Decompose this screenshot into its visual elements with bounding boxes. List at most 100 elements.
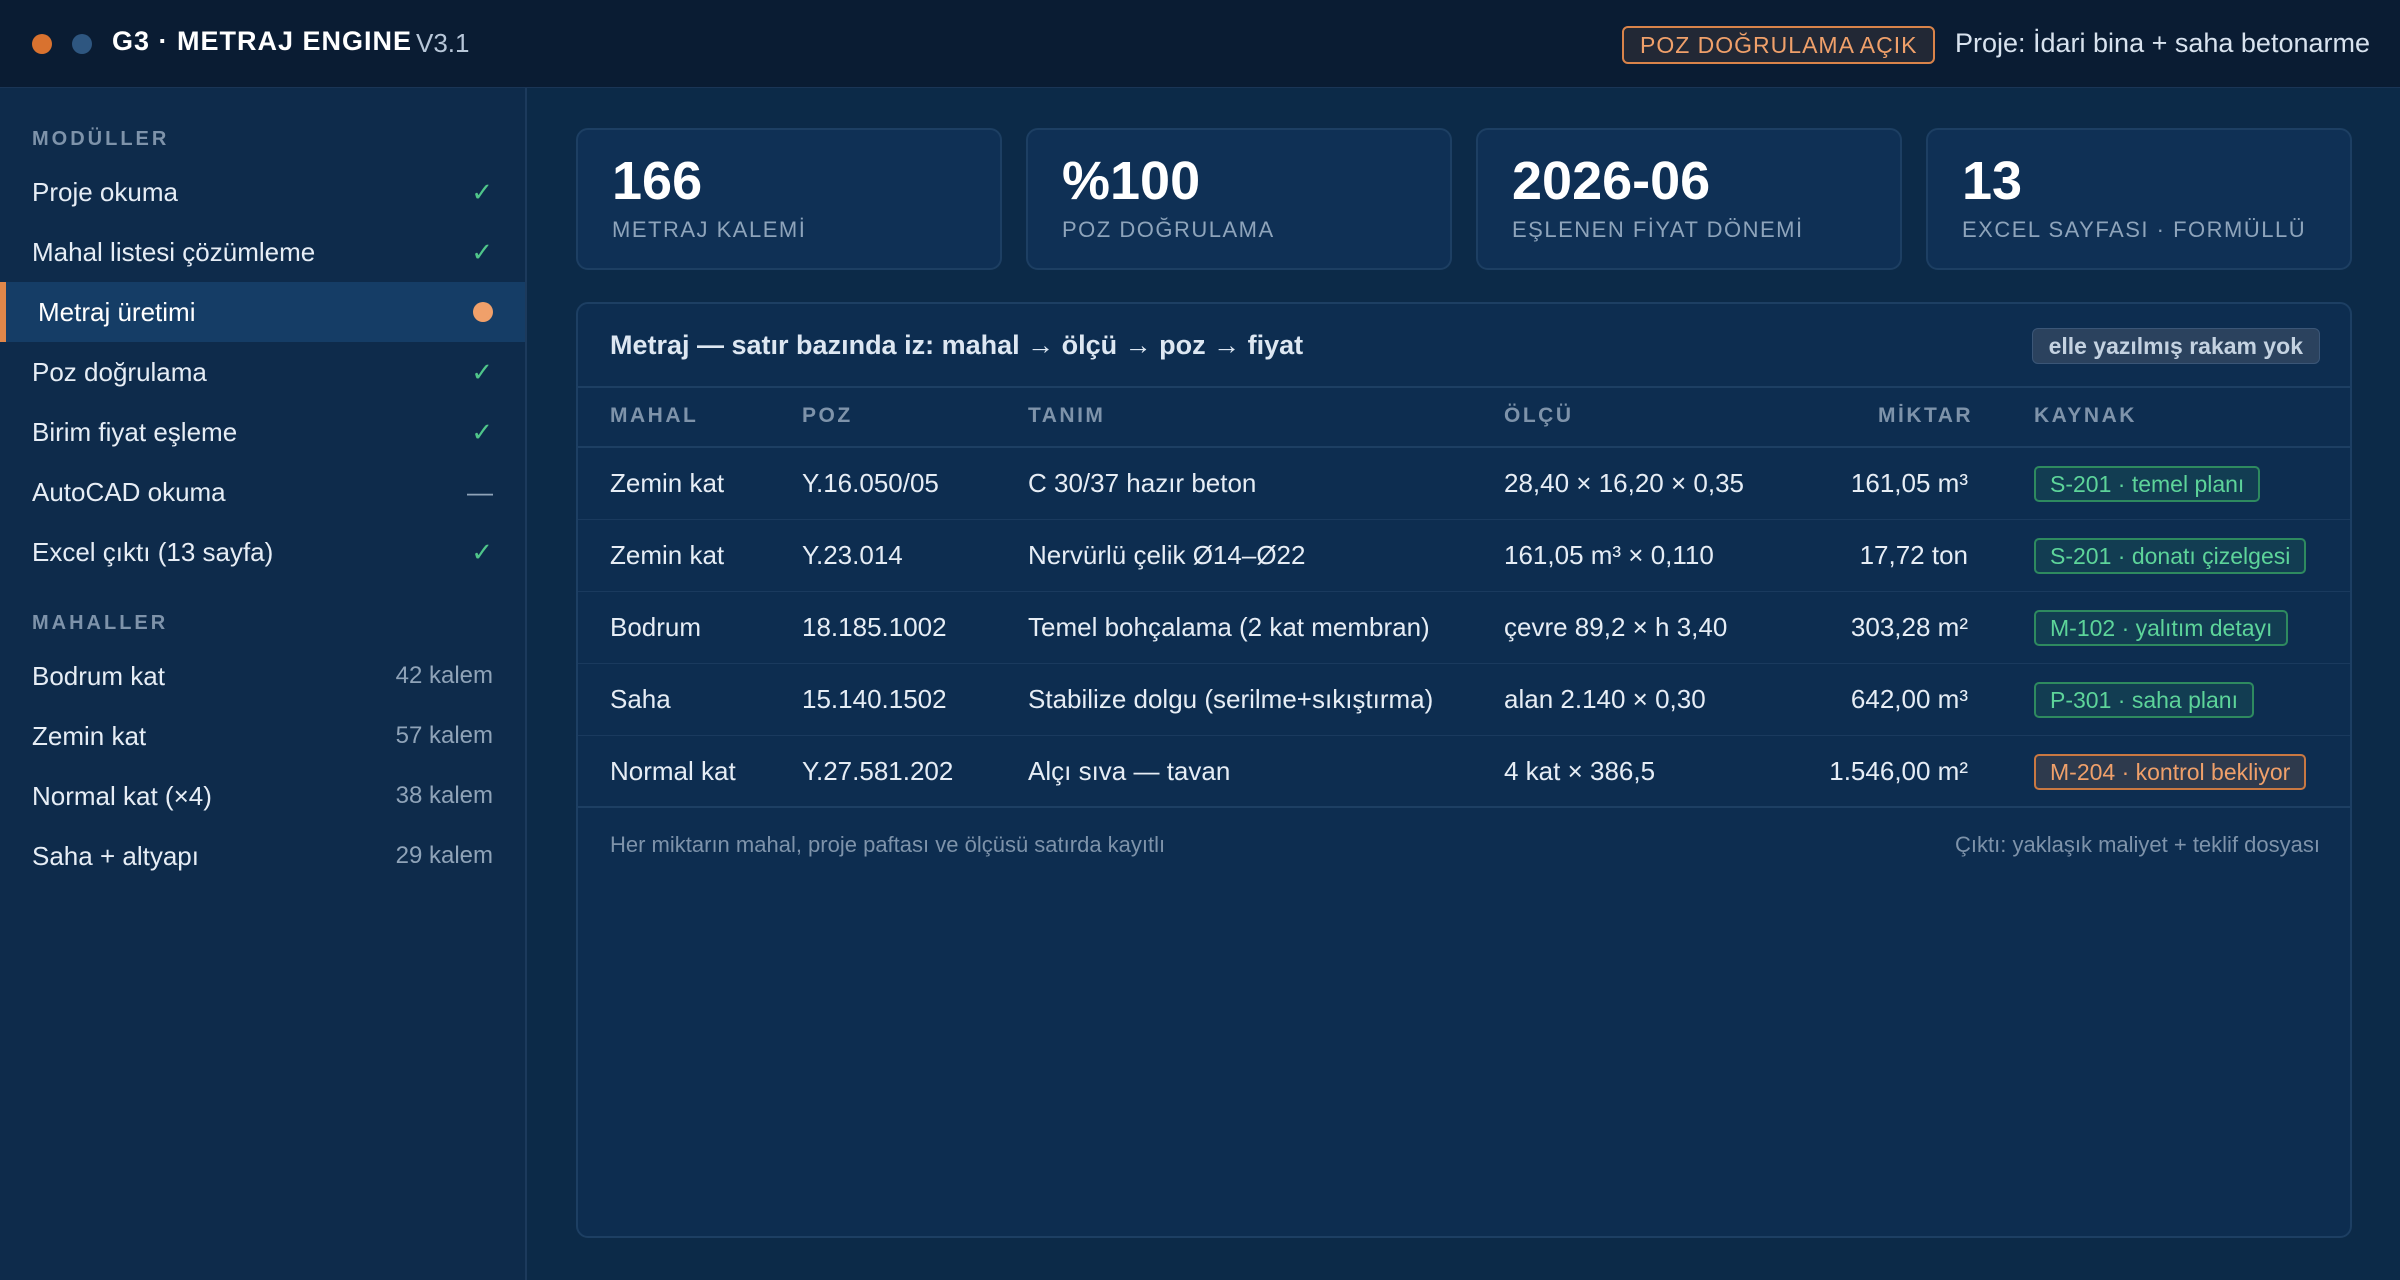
- source-sheet-tag[interactable]: S-201 · donatı çizelgesi: [2034, 538, 2307, 574]
- sidebar-item-label: Mahal listesi çözümleme: [32, 236, 316, 267]
- column-header-tanim[interactable]: TANIM: [1028, 404, 1105, 428]
- stat-value: %100: [1062, 151, 1201, 211]
- cell-olcu: alan 2.140 × 0,30: [1504, 684, 1706, 714]
- stat-label: EXCEL SAYFASI · FORMÜLLÜ: [1962, 217, 2307, 243]
- sidebar-item-mahal-listesi[interactable]: Mahal listesi çözümleme ✓: [0, 222, 525, 282]
- table-footer-divider: [578, 806, 2350, 808]
- sidebar-item-zemin-kat[interactable]: Zemin kat 57 kalem: [0, 706, 525, 766]
- check-icon: ✓: [471, 416, 493, 447]
- panel-title: Metraj — satır bazında iz: mahal → ölçü …: [610, 330, 1304, 360]
- stat-label: POZ DOĞRULAMA: [1062, 217, 1275, 243]
- item-count: 38 kalem: [395, 782, 493, 809]
- sidebar-item-label: Poz doğrulama: [32, 356, 207, 387]
- cell-miktar: 161,05 m³: [1850, 468, 1968, 498]
- item-count: 42 kalem: [395, 662, 493, 689]
- stat-card-metraj-kalemi: 166 METRAJ KALEMİ: [576, 128, 1002, 270]
- cell-tanim: Stabilize dolgu (serilme+sıkıştırma): [1028, 684, 1434, 714]
- sidebar-item-label: Birim fiyat eşleme: [32, 416, 238, 447]
- cell-mahal: Bodrum: [610, 612, 702, 642]
- cell-miktar: 303,28 m²: [1850, 612, 1968, 642]
- sidebar-item-metraj-uretimi[interactable]: Metraj üretimi: [0, 282, 525, 342]
- source-sheet-tag[interactable]: M-102 · yalıtım detayı: [2034, 610, 2289, 646]
- check-icon: ✓: [471, 236, 493, 267]
- stat-label: EŞLENEN FİYAT DÖNEMİ: [1512, 217, 1804, 243]
- check-icon: ✓: [471, 176, 493, 207]
- cell-poz: 15.140.1502: [802, 684, 947, 714]
- cell-mahal: Normal kat: [610, 756, 736, 786]
- column-header-poz[interactable]: POZ: [802, 404, 853, 428]
- table-row[interactable]: Zemin kat Y.23.014 Nervürlü çelik Ø14–Ø22 1…: [578, 520, 2350, 592]
- table-row[interactable]: Normal kat Y.27.581.202 Alçı sıva — tavan 4…: [578, 736, 2350, 808]
- top-bar: G3 · METRAJ ENGINE V3.1 POZ DOĞRULAMA AÇ…: [0, 0, 2400, 88]
- table-row[interactable]: Saha 15.140.1502 Stabilize dolgu (serilme+…: [578, 664, 2350, 736]
- stat-card-poz-dogrulama: %100 POZ DOĞRULAMA: [1026, 128, 1452, 270]
- panel-header: Metraj — satır bazında iz: mahal → ölçü …: [578, 304, 2350, 388]
- footer-output: Çıktı: yaklaşık maliyet + teklif dosyası: [1955, 832, 2320, 857]
- cell-tanim: C 30/37 hazır beton: [1028, 468, 1257, 498]
- cell-mahal: Zemin kat: [610, 540, 725, 570]
- check-icon: ✓: [471, 536, 493, 567]
- cell-tanim: Nervürlü çelik Ø14–Ø22: [1028, 540, 1306, 570]
- window-dot-orange[interactable]: [32, 34, 52, 54]
- sidebar-item-label: Bodrum kat: [32, 660, 165, 691]
- sidebar-item-poz-dogrulama[interactable]: Poz doğrulama ✓: [0, 342, 525, 402]
- metraj-panel: Metraj — satır bazında iz: mahal → ölçü …: [576, 302, 2352, 1238]
- column-header-miktar[interactable]: MİKTAR: [1878, 404, 1971, 428]
- item-count: 57 kalem: [395, 722, 493, 749]
- sidebar-item-label: Normal kat (×4): [32, 780, 212, 811]
- poz-verification-badge: POZ DOĞRULAMA AÇIK: [1622, 26, 1936, 64]
- stat-label: METRAJ KALEMİ: [612, 217, 807, 243]
- sidebar-item-birim-fiyat[interactable]: Birim fiyat eşleme ✓: [0, 402, 525, 462]
- sidebar-item-label: Zemin kat: [32, 720, 147, 751]
- app-title: G3 · METRAJ ENGINE: [112, 26, 413, 56]
- cell-mahal: Zemin kat: [610, 468, 725, 498]
- cell-olcu: 4 kat × 386,5: [1504, 756, 1656, 786]
- sidebar-item-label: AutoCAD okuma: [32, 476, 226, 507]
- column-header-mahal[interactable]: MAHAL: [610, 404, 698, 428]
- stat-value: 2026-06: [1512, 151, 1711, 211]
- column-header-kaynak[interactable]: KAYNAK: [2034, 404, 2137, 428]
- cell-poz: 18.185.1002: [802, 612, 947, 642]
- table-row[interactable]: Zemin kat Y.16.050/05 C 30/37 hazır beton 2…: [578, 448, 2350, 520]
- sidebar-item-label: Excel çıktı (13 sayfa): [32, 536, 274, 567]
- source-sheet-tag[interactable]: M-204 · kontrol bekliyor: [2034, 754, 2307, 790]
- sidebar-item-label: Proje okuma: [32, 176, 178, 207]
- item-count: 29 kalem: [395, 842, 493, 869]
- project-label: Proje: İdari bina + saha betonarme: [1954, 28, 2370, 58]
- sidebar-item-autocad[interactable]: AutoCAD okuma —: [0, 462, 525, 522]
- app-version: V3.1: [416, 28, 470, 58]
- cell-mahal: Saha: [610, 684, 671, 714]
- sidebar-item-label: Saha + altyapı: [32, 840, 199, 871]
- cell-miktar: 642,00 m³: [1850, 684, 1968, 714]
- cell-poz: Y.23.014: [802, 540, 903, 570]
- sidebar: MODÜLLER Proje okuma ✓ Mahal listesi çöz…: [0, 88, 527, 1280]
- stat-value: 13: [1962, 151, 2023, 211]
- window-dot-blue[interactable]: [72, 34, 92, 54]
- sidebar-item-excel-cikti[interactable]: Excel çıktı (13 sayfa) ✓: [0, 522, 525, 582]
- cell-olcu: 161,05 m³ × 0,110: [1504, 540, 1714, 570]
- sidebar-item-label: Metraj üretimi: [38, 296, 196, 327]
- cell-miktar: 1.546,00 m²: [1829, 756, 1968, 786]
- sidebar-item-normal-kat[interactable]: Normal kat (×4) 38 kalem: [0, 766, 525, 826]
- no-manual-figures-pill: elle yazılmış rakam yok: [2031, 328, 2320, 364]
- cell-olcu: 28,40 × 16,20 × 0,35: [1504, 468, 1744, 498]
- modules-heading: MODÜLLER: [32, 128, 170, 150]
- cell-tanim: Alçı sıva — tavan: [1028, 756, 1231, 786]
- spaces-heading: MAHALLER: [32, 612, 169, 634]
- cell-olcu: çevre 89,2 × h 3,40: [1504, 612, 1728, 642]
- cell-miktar: 17,72 ton: [1859, 540, 1968, 570]
- stat-card-excel-sayfasi: 13 EXCEL SAYFASI · FORMÜLLÜ: [1926, 128, 2352, 270]
- cell-poz: Y.27.581.202: [802, 756, 954, 786]
- sidebar-item-saha-altyapi[interactable]: Saha + altyapı 29 kalem: [0, 826, 525, 886]
- stat-card-fiyat-donemi: 2026-06 EŞLENEN FİYAT DÖNEMİ: [1476, 128, 1902, 270]
- stat-value: 166: [612, 151, 703, 211]
- sidebar-item-proje-okuma[interactable]: Proje okuma ✓: [0, 162, 525, 222]
- footer-note: Her miktarın mahal, proje paftası ve ölç…: [610, 832, 1166, 857]
- source-sheet-tag[interactable]: S-201 · temel planı: [2034, 466, 2261, 502]
- column-header-olcu[interactable]: ÖLÇÜ: [1504, 404, 1574, 428]
- table-row[interactable]: Bodrum 18.185.1002 Temel bohçalama (2 kat …: [578, 592, 2350, 664]
- sidebar-item-bodrum-kat[interactable]: Bodrum kat 42 kalem: [0, 646, 525, 706]
- source-sheet-tag[interactable]: P-301 · saha planı: [2034, 682, 2254, 718]
- check-icon: ✓: [471, 356, 493, 387]
- dash-icon: —: [467, 476, 493, 507]
